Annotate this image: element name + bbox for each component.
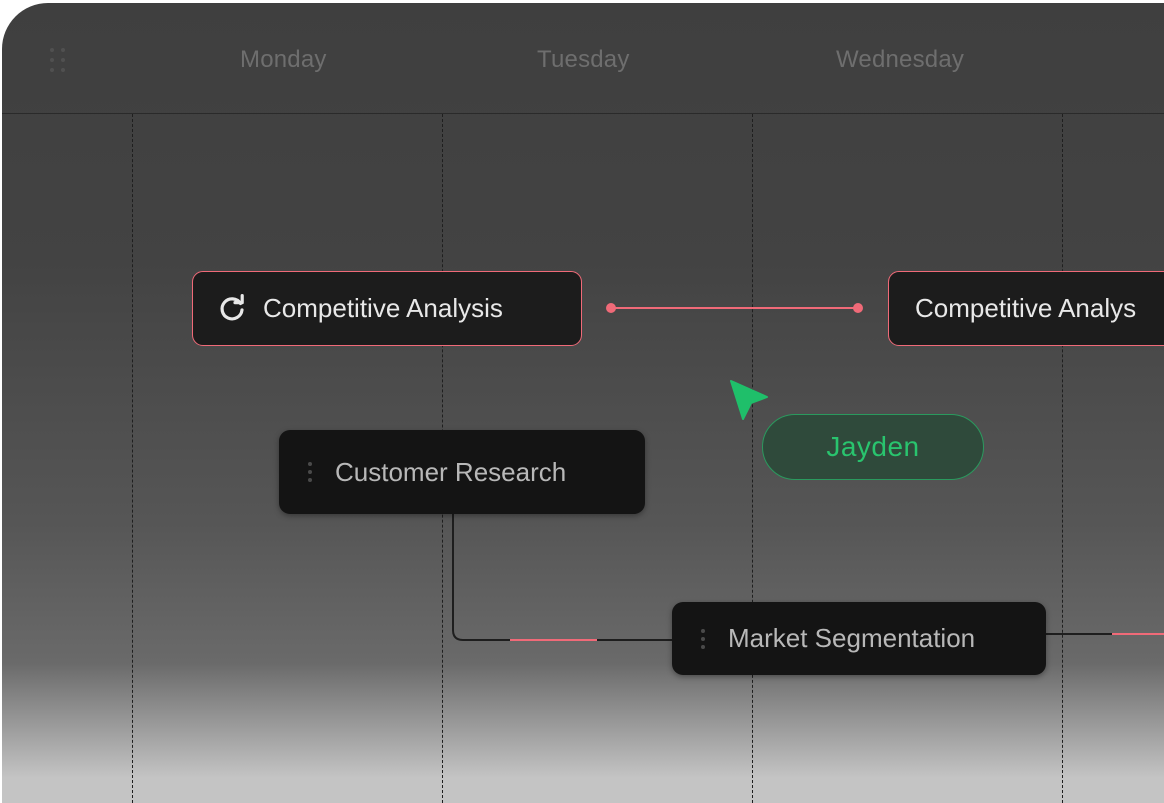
dependency-end-dot — [853, 303, 863, 313]
collaborator-name: Jayden — [826, 431, 920, 462]
task-title: Competitive Analys — [915, 293, 1137, 323]
task-title: Market Segmentation — [728, 623, 976, 653]
cursor-pointer-icon — [730, 380, 768, 420]
task-card-customer-research[interactable]: Customer Research — [279, 430, 645, 514]
dependency-link-line — [452, 513, 674, 641]
timeline-board: Monday Tuesday Wednesday Competitive Ana… — [2, 3, 1164, 803]
collaborator-name-tag: Jayden — [762, 414, 984, 480]
drag-handle-icon[interactable] — [700, 628, 706, 650]
refresh-icon[interactable] — [217, 293, 247, 324]
task-title: Competitive Analysis — [263, 293, 503, 323]
dependency-connectors — [452, 303, 1164, 641]
task-card-market-segmentation[interactable]: Market Segmentation — [672, 602, 1046, 675]
drag-handle-icon[interactable] — [307, 461, 313, 483]
dependency-start-dot — [606, 303, 616, 313]
task-card-competitive-analysis[interactable]: Competitive Analysis — [192, 271, 582, 346]
task-title: Customer Research — [335, 456, 567, 487]
task-card-competitive-analysis-next[interactable]: Competitive Analys — [888, 271, 1164, 346]
